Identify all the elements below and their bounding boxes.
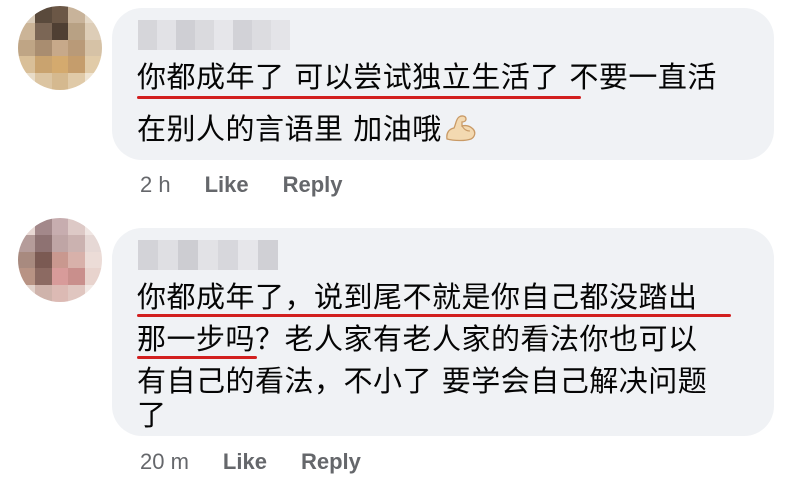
comment-text-line: 了 xyxy=(137,398,167,432)
comment-text-line: 有自己的看法，不小了 要学会自己解决问题 xyxy=(137,364,708,398)
reply-button[interactable]: Reply xyxy=(283,172,343,198)
comment-text-fragment: 在别人的言语里 加油哦 xyxy=(137,112,442,146)
author-name-blurred[interactable] xyxy=(138,240,284,270)
comment-meta: 20 m Like Reply xyxy=(140,449,395,475)
comment-timestamp[interactable]: 2 h xyxy=(140,172,171,198)
avatar[interactable] xyxy=(18,6,102,90)
like-button[interactable]: Like xyxy=(205,172,249,198)
like-button[interactable]: Like xyxy=(223,449,267,475)
comment-bubble: 你都成年了 可以尝试独立生活了 不要一直活 在别人的言语里 加油哦 xyxy=(112,8,774,160)
comment-meta: 2 h Like Reply xyxy=(140,172,377,198)
comment-text-line: 你都成年了，说到尾不就是你自己都没踏出 xyxy=(137,280,698,314)
comment-text-line: 在别人的言语里 加油哦 xyxy=(137,112,478,146)
comment-text-line: 你都成年了 可以尝试独立生活了 不要一直活 xyxy=(137,60,717,94)
comment-timestamp[interactable]: 20 m xyxy=(140,449,189,475)
comment-text-line: 那一步吗？老人家有老人家的看法你也可以 xyxy=(137,322,698,356)
comment-bubble: 你都成年了，说到尾不就是你自己都没踏出 那一步吗？老人家有老人家的看法你也可以 … xyxy=(112,228,774,436)
highlight-underline xyxy=(137,96,581,99)
highlight-underline xyxy=(137,314,731,317)
highlight-underline xyxy=(137,356,257,359)
reply-button[interactable]: Reply xyxy=(301,449,361,475)
avatar[interactable] xyxy=(18,218,102,302)
flexed-biceps-icon xyxy=(445,115,476,142)
author-name-blurred[interactable] xyxy=(138,20,290,50)
